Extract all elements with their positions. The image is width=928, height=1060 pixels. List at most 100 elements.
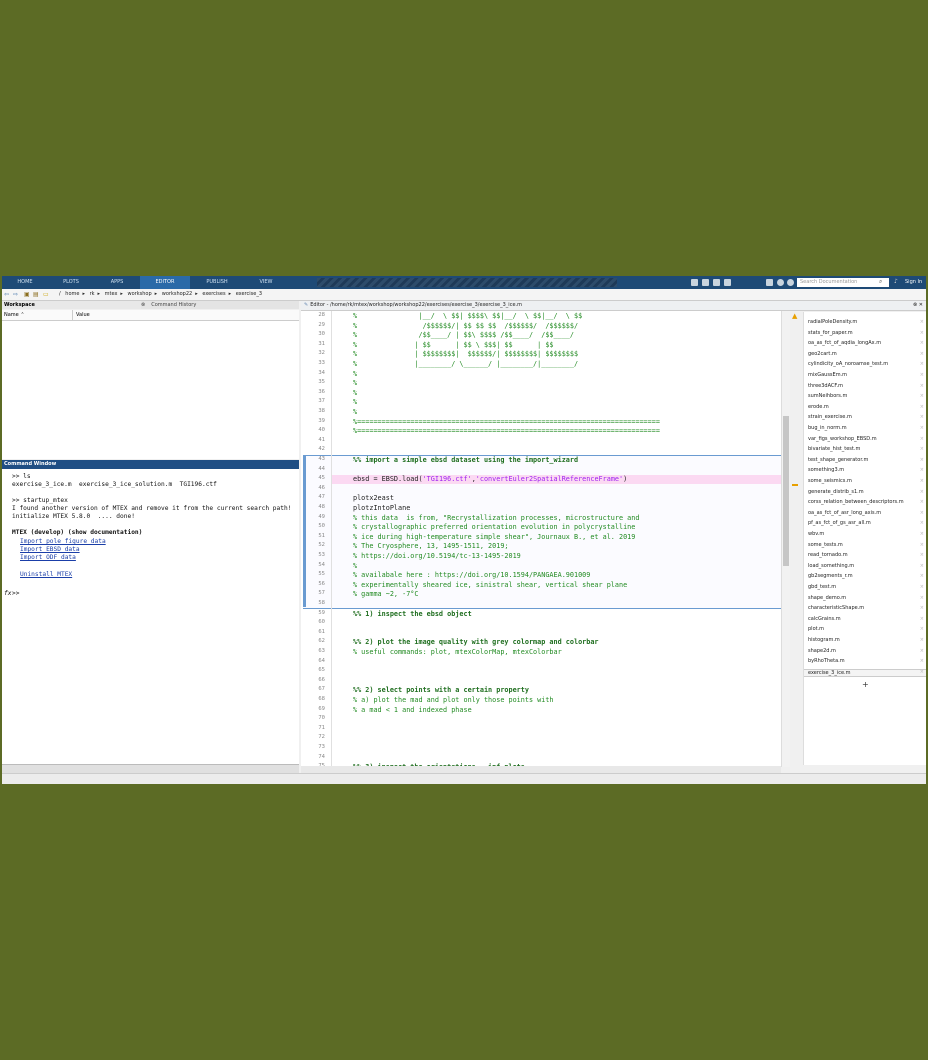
back-arrow-icon[interactable]: ⇦ <box>4 289 9 300</box>
folder-icon[interactable]: ▭ <box>43 289 49 300</box>
warning-icon[interactable]: ▲ <box>792 312 797 320</box>
crumb-home[interactable]: home <box>65 291 79 297</box>
close-file-icon[interactable]: × <box>920 489 924 495</box>
crumb-workshop22[interactable]: workshop22 <box>162 291 192 297</box>
code-line[interactable]: % The Cryosphere, 13, 1495-1511, 2019; <box>353 542 509 550</box>
code-editor[interactable]: 28 % |__/ \ $$| $$$$\ $$|__/ \ $$|__/ \ $… <box>301 311 781 767</box>
file-item[interactable]: shape_demo.m <box>808 595 846 601</box>
close-file-icon[interactable]: × <box>920 563 924 569</box>
close-file-icon[interactable]: × <box>920 552 924 558</box>
command-window[interactable]: >> ls exercise_3_ice.m exercise_3_ice_so… <box>2 469 299 764</box>
file-item[interactable]: test_shape_generator.m <box>808 457 868 463</box>
code-line[interactable]: % a mad < 1 and indexed phase <box>353 706 472 714</box>
col-name-header[interactable]: Name ⌃ <box>4 310 25 320</box>
file-item[interactable]: calcGrains.m <box>808 616 841 622</box>
file-item[interactable]: generate_distrib_s1.m <box>808 489 864 495</box>
code-line[interactable]: % <box>353 389 357 397</box>
forward-arrow-icon[interactable]: ⇨ <box>13 289 18 300</box>
command-window-scrollbar[interactable] <box>2 764 299 773</box>
file-item[interactable]: exercise_3_ice.m <box>804 668 926 677</box>
file-item[interactable]: characteristicShape.m <box>808 605 864 611</box>
tab-view[interactable]: VIEW <box>246 276 286 289</box>
workspace-table[interactable] <box>2 321 299 459</box>
close-file-icon[interactable]: × <box>920 584 924 590</box>
file-item[interactable]: some_tests.m <box>808 542 843 548</box>
file-item[interactable]: plot.m <box>808 626 824 632</box>
close-file-icon[interactable]: × <box>920 361 924 367</box>
close-file-icon[interactable]: × <box>920 404 924 410</box>
close-file-icon[interactable]: × <box>920 648 924 654</box>
code-line[interactable]: %=======================================… <box>353 418 660 426</box>
code-line[interactable]: %% 2) plot the image quality with grey c… <box>353 638 599 646</box>
crumb-workshop[interactable]: workshop <box>128 291 152 297</box>
crumb-mtex[interactable]: mtex <box>105 291 118 297</box>
code-line[interactable]: % availabale here : https://doi.org/10.1… <box>353 571 590 579</box>
command-prompt[interactable]: >> <box>12 590 19 597</box>
code-line[interactable]: % gamma ~2, -7°C <box>353 590 418 598</box>
code-line[interactable]: %% 2) select points with a certain prope… <box>353 686 529 694</box>
close-file-icon[interactable]: × <box>920 520 924 526</box>
close-file-icon[interactable]: × <box>920 414 924 420</box>
file-item[interactable]: load_something.m <box>808 563 854 569</box>
code-line[interactable]: % | $$ | $$ \ $$$| $$ | $$ <box>353 341 554 349</box>
close-file-icon[interactable]: × <box>920 669 924 675</box>
cut-icon[interactable] <box>702 279 709 286</box>
close-file-icon[interactable]: × <box>920 478 924 484</box>
file-item[interactable]: byRhoTheta.m <box>808 658 845 664</box>
help-icon[interactable] <box>777 279 784 286</box>
close-file-icon[interactable]: × <box>920 573 924 579</box>
sign-in-link[interactable]: Sign In <box>905 279 922 285</box>
uninstall-mtex-link[interactable]: Uninstall MTEX <box>20 571 72 578</box>
open-files-list[interactable]: radialPoleDensity.m × stats_for_paper.m × oa… <box>803 312 926 765</box>
close-file-icon[interactable]: × <box>920 436 924 442</box>
close-file-icon[interactable]: × <box>920 542 924 548</box>
close-file-icon[interactable]: × <box>920 319 924 325</box>
close-file-icon[interactable]: × <box>920 658 924 664</box>
bell-icon[interactable]: ♪ <box>894 278 898 285</box>
code-line[interactable]: % a) plot the mad and plot only those po… <box>353 696 554 704</box>
close-file-icon[interactable]: × <box>920 330 924 336</box>
close-file-icon[interactable]: × <box>920 605 924 611</box>
copy-icon[interactable] <box>713 279 720 286</box>
close-file-icon[interactable]: × <box>920 595 924 601</box>
crumb-exercises[interactable]: exercises <box>202 291 225 297</box>
code-line[interactable]: %% 1) inspect the ebsd object <box>353 610 472 618</box>
switch-windows-icon[interactable] <box>766 279 773 286</box>
close-file-icon[interactable]: × <box>920 446 924 452</box>
tab-home[interactable]: HOME <box>6 276 44 289</box>
code-line[interactable]: % https://doi.org/10.5194/tc-13-1495-201… <box>353 552 521 560</box>
search-icon[interactable]: ⌕ <box>879 278 882 286</box>
folder-up-icon[interactable]: ▣ <box>24 289 30 300</box>
crumb-root[interactable]: / <box>59 291 61 297</box>
close-file-icon[interactable]: × <box>920 510 924 516</box>
code-line[interactable]: plotx2east <box>353 494 394 502</box>
command-history-label[interactable]: Command History <box>151 302 196 308</box>
warning-marker[interactable] <box>792 484 798 486</box>
community-icon[interactable] <box>787 279 794 286</box>
file-item[interactable]: wbv.m <box>808 531 824 537</box>
code-line[interactable]: %% import a simple ebsd dataset using th… <box>353 456 578 464</box>
file-item[interactable]: something3.m <box>808 467 844 473</box>
file-item[interactable]: three3dACF.m <box>808 383 843 389</box>
editor-vertical-scrollbar[interactable] <box>781 311 790 767</box>
code-line[interactable]: % ice during high-temperature simple she… <box>353 533 635 541</box>
import-pole-figure-link[interactable]: Import pole figure data <box>20 538 106 545</box>
import-odf-link[interactable]: Import ODF data <box>20 554 76 561</box>
code-line[interactable]: % <box>353 408 357 416</box>
code-line[interactable]: % | $$$$$$$$| $$$$$$/| $$$$$$$$| $$$$$$$… <box>353 350 578 358</box>
col-value-header[interactable]: Value <box>72 310 90 320</box>
close-file-icon[interactable]: × <box>920 626 924 632</box>
add-tab-button[interactable]: + <box>862 680 869 689</box>
paste-icon[interactable] <box>724 279 731 286</box>
search-documentation-input[interactable]: Search Documentation <box>797 278 889 287</box>
crumb-exercise-3[interactable]: exercise_3 <box>236 291 262 297</box>
code-line[interactable]: % <box>353 379 357 387</box>
tab-apps[interactable]: APPS <box>98 276 136 289</box>
close-file-icon[interactable]: × <box>920 499 924 505</box>
crumb-rk[interactable]: rk <box>90 291 95 297</box>
code-line[interactable]: plotzIntoPlane <box>353 504 410 512</box>
file-item[interactable]: bug_in_norm.m <box>808 425 847 431</box>
close-file-icon[interactable]: × <box>920 467 924 473</box>
editor-close-icon[interactable]: ⊗ ✕ <box>913 301 923 310</box>
fx-icon[interactable]: fx <box>4 590 11 597</box>
